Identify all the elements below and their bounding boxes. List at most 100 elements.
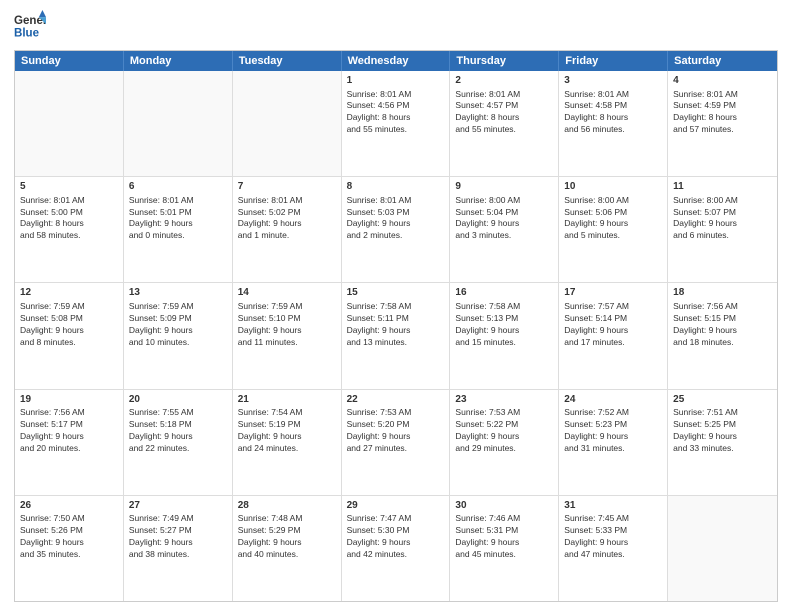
day-cell-3: 3Sunrise: 8:01 AM Sunset: 4:58 PM Daylig… [559,71,668,176]
day-number: 4 [673,74,772,88]
day-number: 31 [564,499,662,513]
empty-cell [668,496,777,601]
day-number: 27 [129,499,227,513]
day-cell-20: 20Sunrise: 7:55 AM Sunset: 5:18 PM Dayli… [124,390,233,495]
day-cell-25: 25Sunrise: 7:51 AM Sunset: 5:25 PM Dayli… [668,390,777,495]
day-info: Sunrise: 8:01 AM Sunset: 4:57 PM Dayligh… [455,89,553,137]
day-number: 6 [129,180,227,194]
day-cell-1: 1Sunrise: 8:01 AM Sunset: 4:56 PM Daylig… [342,71,451,176]
day-info: Sunrise: 7:46 AM Sunset: 5:31 PM Dayligh… [455,513,553,561]
empty-cell [124,71,233,176]
day-number: 23 [455,393,553,407]
day-info: Sunrise: 7:53 AM Sunset: 5:20 PM Dayligh… [347,407,445,455]
day-cell-15: 15Sunrise: 7:58 AM Sunset: 5:11 PM Dayli… [342,283,451,388]
day-number: 13 [129,286,227,300]
day-number: 9 [455,180,553,194]
day-number: 22 [347,393,445,407]
header: General Blue [14,10,778,42]
day-cell-30: 30Sunrise: 7:46 AM Sunset: 5:31 PM Dayli… [450,496,559,601]
day-cell-11: 11Sunrise: 8:00 AM Sunset: 5:07 PM Dayli… [668,177,777,282]
day-cell-19: 19Sunrise: 7:56 AM Sunset: 5:17 PM Dayli… [15,390,124,495]
day-info: Sunrise: 7:50 AM Sunset: 5:26 PM Dayligh… [20,513,118,561]
day-cell-27: 27Sunrise: 7:49 AM Sunset: 5:27 PM Dayli… [124,496,233,601]
day-info: Sunrise: 7:59 AM Sunset: 5:08 PM Dayligh… [20,301,118,349]
day-cell-10: 10Sunrise: 8:00 AM Sunset: 5:06 PM Dayli… [559,177,668,282]
day-cell-18: 18Sunrise: 7:56 AM Sunset: 5:15 PM Dayli… [668,283,777,388]
day-number: 18 [673,286,772,300]
day-cell-17: 17Sunrise: 7:57 AM Sunset: 5:14 PM Dayli… [559,283,668,388]
weekday-header-wednesday: Wednesday [342,51,451,71]
day-number: 8 [347,180,445,194]
day-info: Sunrise: 7:54 AM Sunset: 5:19 PM Dayligh… [238,407,336,455]
day-info: Sunrise: 7:59 AM Sunset: 5:10 PM Dayligh… [238,301,336,349]
day-number: 3 [564,74,662,88]
day-number: 1 [347,74,445,88]
weekday-header-saturday: Saturday [668,51,777,71]
day-number: 19 [20,393,118,407]
day-info: Sunrise: 7:55 AM Sunset: 5:18 PM Dayligh… [129,407,227,455]
day-number: 12 [20,286,118,300]
day-info: Sunrise: 7:45 AM Sunset: 5:33 PM Dayligh… [564,513,662,561]
day-cell-8: 8Sunrise: 8:01 AM Sunset: 5:03 PM Daylig… [342,177,451,282]
calendar-body: 1Sunrise: 8:01 AM Sunset: 4:56 PM Daylig… [15,71,777,601]
day-info: Sunrise: 8:01 AM Sunset: 5:01 PM Dayligh… [129,195,227,243]
day-number: 20 [129,393,227,407]
day-number: 2 [455,74,553,88]
day-cell-26: 26Sunrise: 7:50 AM Sunset: 5:26 PM Dayli… [15,496,124,601]
calendar-row-2: 5Sunrise: 8:01 AM Sunset: 5:00 PM Daylig… [15,176,777,282]
day-info: Sunrise: 8:00 AM Sunset: 5:06 PM Dayligh… [564,195,662,243]
day-cell-5: 5Sunrise: 8:01 AM Sunset: 5:00 PM Daylig… [15,177,124,282]
day-cell-28: 28Sunrise: 7:48 AM Sunset: 5:29 PM Dayli… [233,496,342,601]
svg-text:Blue: Blue [14,28,40,40]
day-info: Sunrise: 7:52 AM Sunset: 5:23 PM Dayligh… [564,407,662,455]
day-cell-9: 9Sunrise: 8:00 AM Sunset: 5:04 PM Daylig… [450,177,559,282]
empty-cell [15,71,124,176]
calendar-row-5: 26Sunrise: 7:50 AM Sunset: 5:26 PM Dayli… [15,495,777,601]
logo-icon: General Blue [14,10,46,42]
day-number: 15 [347,286,445,300]
day-cell-24: 24Sunrise: 7:52 AM Sunset: 5:23 PM Dayli… [559,390,668,495]
day-info: Sunrise: 7:56 AM Sunset: 5:15 PM Dayligh… [673,301,772,349]
day-info: Sunrise: 8:00 AM Sunset: 5:07 PM Dayligh… [673,195,772,243]
day-number: 11 [673,180,772,194]
day-info: Sunrise: 8:01 AM Sunset: 5:02 PM Dayligh… [238,195,336,243]
day-number: 16 [455,286,553,300]
empty-cell [233,71,342,176]
weekday-header-tuesday: Tuesday [233,51,342,71]
day-info: Sunrise: 7:58 AM Sunset: 5:13 PM Dayligh… [455,301,553,349]
day-number: 29 [347,499,445,513]
calendar: SundayMondayTuesdayWednesdayThursdayFrid… [14,50,778,602]
day-info: Sunrise: 7:49 AM Sunset: 5:27 PM Dayligh… [129,513,227,561]
day-cell-14: 14Sunrise: 7:59 AM Sunset: 5:10 PM Dayli… [233,283,342,388]
day-info: Sunrise: 7:48 AM Sunset: 5:29 PM Dayligh… [238,513,336,561]
day-number: 26 [20,499,118,513]
day-number: 5 [20,180,118,194]
day-info: Sunrise: 8:01 AM Sunset: 4:59 PM Dayligh… [673,89,772,137]
day-info: Sunrise: 7:59 AM Sunset: 5:09 PM Dayligh… [129,301,227,349]
day-number: 21 [238,393,336,407]
day-cell-21: 21Sunrise: 7:54 AM Sunset: 5:19 PM Dayli… [233,390,342,495]
logo: General Blue [14,10,46,42]
day-cell-29: 29Sunrise: 7:47 AM Sunset: 5:30 PM Dayli… [342,496,451,601]
day-cell-6: 6Sunrise: 8:01 AM Sunset: 5:01 PM Daylig… [124,177,233,282]
weekday-header-friday: Friday [559,51,668,71]
calendar-row-4: 19Sunrise: 7:56 AM Sunset: 5:17 PM Dayli… [15,389,777,495]
day-info: Sunrise: 7:53 AM Sunset: 5:22 PM Dayligh… [455,407,553,455]
day-number: 30 [455,499,553,513]
day-cell-4: 4Sunrise: 8:01 AM Sunset: 4:59 PM Daylig… [668,71,777,176]
day-info: Sunrise: 7:57 AM Sunset: 5:14 PM Dayligh… [564,301,662,349]
day-info: Sunrise: 8:01 AM Sunset: 5:03 PM Dayligh… [347,195,445,243]
weekday-header-sunday: Sunday [15,51,124,71]
day-info: Sunrise: 7:47 AM Sunset: 5:30 PM Dayligh… [347,513,445,561]
day-cell-2: 2Sunrise: 8:01 AM Sunset: 4:57 PM Daylig… [450,71,559,176]
day-cell-12: 12Sunrise: 7:59 AM Sunset: 5:08 PM Dayli… [15,283,124,388]
calendar-header: SundayMondayTuesdayWednesdayThursdayFrid… [15,51,777,71]
calendar-row-3: 12Sunrise: 7:59 AM Sunset: 5:08 PM Dayli… [15,282,777,388]
day-info: Sunrise: 8:01 AM Sunset: 4:58 PM Dayligh… [564,89,662,137]
day-info: Sunrise: 8:00 AM Sunset: 5:04 PM Dayligh… [455,195,553,243]
day-info: Sunrise: 8:01 AM Sunset: 5:00 PM Dayligh… [20,195,118,243]
weekday-header-monday: Monday [124,51,233,71]
day-cell-16: 16Sunrise: 7:58 AM Sunset: 5:13 PM Dayli… [450,283,559,388]
day-cell-23: 23Sunrise: 7:53 AM Sunset: 5:22 PM Dayli… [450,390,559,495]
day-number: 25 [673,393,772,407]
